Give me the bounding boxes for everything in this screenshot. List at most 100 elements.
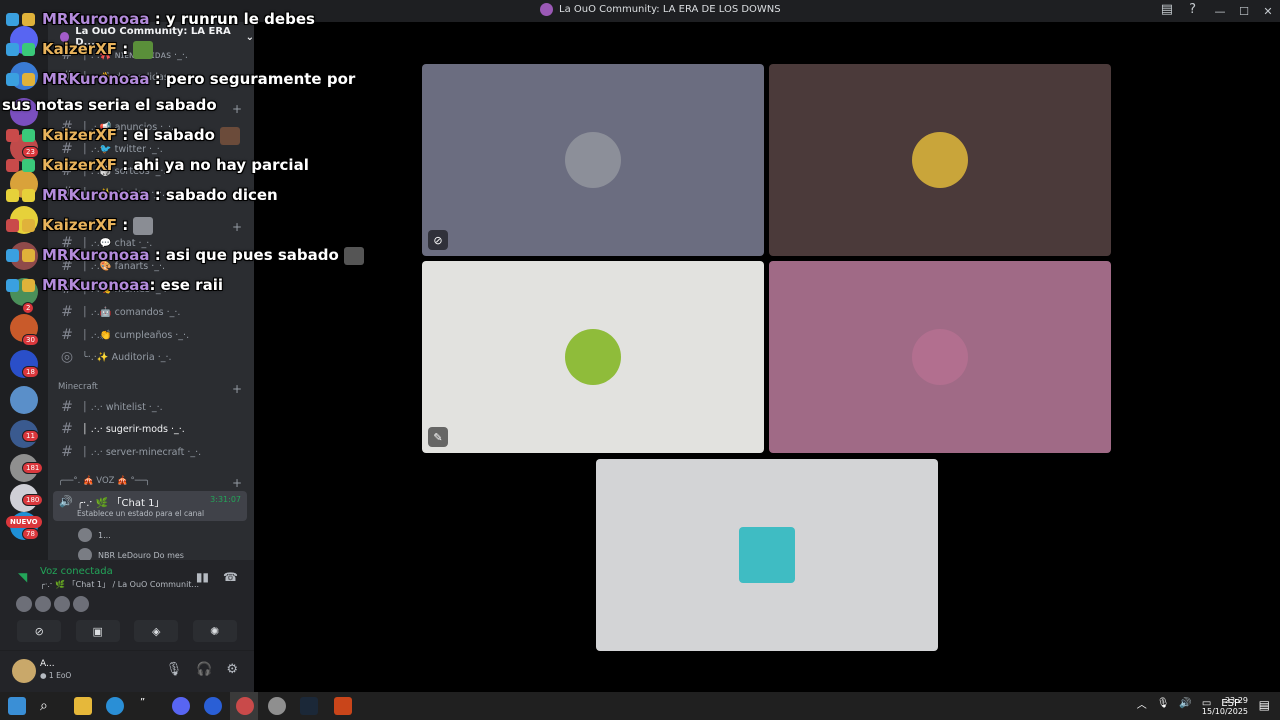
- badge-icons: [6, 246, 42, 264]
- voice-avatars: [16, 596, 89, 612]
- avatar: [565, 132, 621, 188]
- chat-message: MRKuronoaa : asi que pues sabado: [6, 246, 365, 265]
- activity-button[interactable]: ◈: [134, 620, 179, 642]
- avatar: [78, 528, 92, 542]
- channel-item[interactable]: # │ .·.🤖 comandos ·_·.: [60, 303, 246, 321]
- avatar: [912, 329, 968, 385]
- app-icon[interactable]: [236, 697, 254, 715]
- emote-icon: [133, 40, 154, 59]
- browser-icon[interactable]: [204, 697, 222, 715]
- emote-icon: [220, 126, 241, 145]
- hash-icon: #: [61, 304, 73, 320]
- avatar: [35, 596, 51, 612]
- camera-off-icon: ⊘: [428, 230, 448, 250]
- tile-user-4[interactable]: [769, 261, 1111, 453]
- channel-item[interactable]: # │ .·.· whitelist ·_·.: [60, 398, 246, 416]
- discord-icon[interactable]: [172, 697, 190, 715]
- voice-channel-active[interactable]: 🔊 ╭·.ˑ 🌿 「Chat 1」 3:31:07 Establece un e…: [53, 491, 247, 521]
- title-icons: ▤ ?: [1161, 2, 1196, 17]
- chevron-down-icon: ⌄: [245, 31, 254, 43]
- file-explorer-icon[interactable]: [74, 697, 92, 715]
- badge-icons: [6, 276, 42, 294]
- search-icon[interactable]: ⌕: [40, 697, 58, 715]
- channel-item[interactable]: # │ .·.· server-minecraft ·_·.: [60, 443, 246, 461]
- add-channel-icon[interactable]: +: [232, 382, 242, 396]
- screen-share-button[interactable]: ▣: [75, 620, 120, 642]
- chat-message: KaizerXF : ahi ya no hay parcial: [6, 156, 309, 174]
- add-channel-icon[interactable]: +: [232, 220, 242, 234]
- avatar: [73, 596, 89, 612]
- steam-icon[interactable]: [300, 697, 318, 715]
- soundboard-button[interactable]: ✺: [192, 620, 237, 642]
- avatar: [912, 132, 968, 188]
- signal-icon: ◥: [18, 570, 28, 584]
- tile-user-1[interactable]: ⊘: [422, 64, 764, 256]
- chevron-up-icon[interactable]: ︿: [1137, 696, 1147, 711]
- channel-item[interactable]: # │ .·.· sugerir-mods ·_·.: [60, 420, 246, 438]
- emote-icon: [133, 216, 154, 235]
- maximize-button[interactable]: ☐: [1232, 0, 1256, 22]
- voice-channel-timer: 3:31:07: [210, 495, 241, 504]
- app-icon[interactable]: ”: [140, 697, 158, 715]
- user-name: A...: [40, 659, 55, 669]
- mic-off-icon: ✎: [428, 427, 448, 447]
- badge-icons: [6, 10, 42, 28]
- badge-icons: [6, 216, 42, 234]
- tile-user-5[interactable]: [596, 459, 938, 651]
- chat-message: sus notas seria el sabado: [2, 96, 217, 114]
- chat-message: MRKuronoaa : pero seguramente por: [6, 70, 355, 88]
- avatar: [78, 548, 92, 560]
- help-icon[interactable]: ?: [1189, 2, 1196, 17]
- avatar[interactable]: [12, 659, 36, 683]
- edge-icon[interactable]: [106, 697, 124, 715]
- guild-badge: 18: [22, 366, 39, 378]
- mic-icon[interactable]: 🎙: [1157, 698, 1170, 709]
- notification-icon[interactable]: ▤: [1259, 698, 1270, 712]
- close-button[interactable]: ✕: [1256, 0, 1280, 22]
- taskbar: ⌕ ” ︿ 🎙 🔊 ▭ ESP 23:29 15/10/2025 ▤: [0, 692, 1280, 720]
- channel-item[interactable]: ◎ ╰·.·✨ Auditoria ·_·.: [60, 348, 246, 366]
- noise-suppression-icon[interactable]: ▮▮: [196, 570, 209, 584]
- emote-icon: [344, 246, 365, 265]
- hash-icon: #: [61, 444, 73, 460]
- windows-start-icon[interactable]: [8, 697, 26, 715]
- add-channel-icon[interactable]: +: [232, 102, 242, 116]
- guild-icon: [540, 3, 553, 16]
- hash-icon: #: [61, 399, 73, 415]
- window-controls: — ☐ ✕: [1208, 0, 1280, 22]
- guild-badge: 181: [22, 462, 44, 474]
- headphones-icon[interactable]: 🎧: [196, 662, 212, 677]
- inbox-icon[interactable]: ▤: [1161, 2, 1173, 17]
- speaker-icon: 🔊: [59, 495, 73, 508]
- tile-user-2[interactable]: [769, 64, 1111, 256]
- minimize-button[interactable]: —: [1208, 0, 1232, 22]
- voice-user[interactable]: 1...: [78, 528, 111, 542]
- voice-channel-status[interactable]: Establece un estado para el canal: [77, 509, 204, 518]
- voice-status[interactable]: Voz conectada: [40, 566, 113, 577]
- voice-channel-path[interactable]: ╭·.ˑ 🌿 「Chat 1」 / La OuO Communit...: [40, 579, 199, 590]
- add-channel-icon[interactable]: +: [232, 476, 242, 490]
- gear-icon[interactable]: ⚙: [226, 662, 238, 677]
- stage-icon: ◎: [60, 349, 74, 365]
- category-minecraft[interactable]: Minecraft +: [58, 382, 242, 396]
- app-icon[interactable]: [268, 697, 286, 715]
- guild-badge: 11: [22, 430, 39, 442]
- speaker-icon[interactable]: 🔊: [1179, 698, 1191, 709]
- avatar: [54, 596, 70, 612]
- guild-badge: 30: [22, 334, 39, 346]
- disconnect-icon[interactable]: ☎: [223, 570, 238, 584]
- voice-actions: ⊘ ▣ ◈ ✺: [10, 620, 244, 642]
- mic-icon[interactable]: 🎙: [166, 662, 183, 677]
- clock[interactable]: 23:29 15/10/2025: [1202, 695, 1248, 717]
- channel-item[interactable]: # │ .·.👏 cumpleaños ·_·.: [60, 326, 246, 344]
- category-voice[interactable]: ╭──°. 🎪 VOZ 🎪 °──╮ +: [58, 476, 242, 490]
- epic-games-icon[interactable]: [334, 697, 352, 715]
- camera-off-button[interactable]: ⊘: [17, 620, 62, 642]
- guild-badge: 2: [22, 302, 35, 314]
- guild-icon[interactable]: [10, 386, 38, 414]
- chat-message: MRKuronoaa : sabado dicen: [6, 186, 278, 204]
- voice-user[interactable]: NBR LeDouro Do mes: [78, 548, 184, 560]
- window-title: La OuO Community: LA ERA DE LOS DOWNS: [540, 3, 781, 16]
- tile-user-3[interactable]: ✎: [422, 261, 764, 453]
- chat-message: MRKuronoaa : y runrun le debes: [6, 10, 315, 28]
